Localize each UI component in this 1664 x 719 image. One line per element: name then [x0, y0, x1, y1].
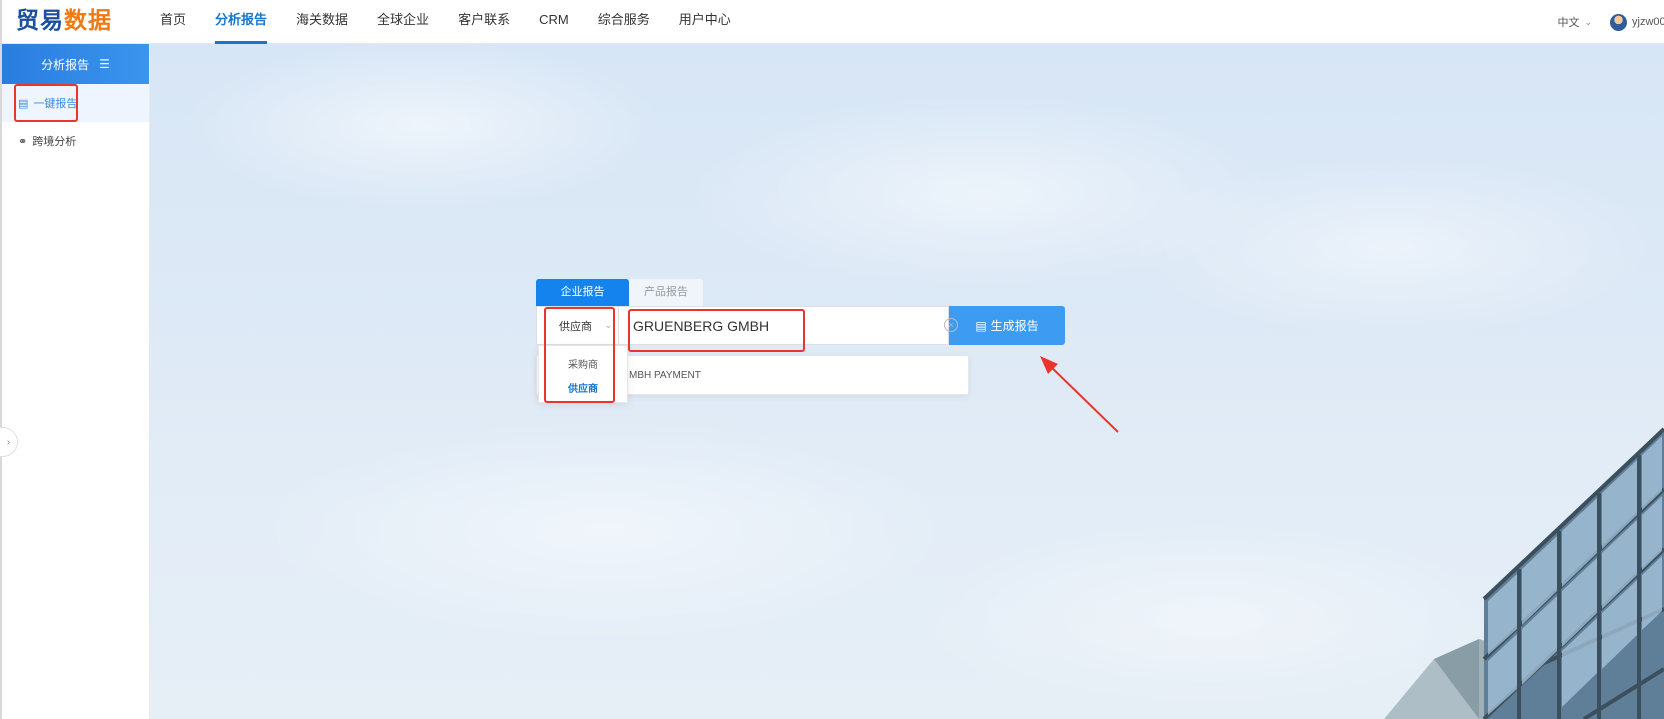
chevron-down-icon: ⌄: [604, 320, 612, 330]
dropdown-option-buyer[interactable]: 采购商: [539, 354, 627, 378]
building-illustration: [1384, 427, 1664, 719]
logo[interactable]: 贸易数据: [16, 6, 112, 36]
window-left-border: [0, 0, 2, 719]
sidebar-item-one-click-report[interactable]: ▤ 一键报告: [2, 84, 149, 122]
nav-item-customs-data[interactable]: 海关数据: [296, 0, 348, 44]
main-nav: 首页 分析报告 海关数据 全球企业 客户联系 CRM 综合服务 用户中心: [160, 0, 760, 44]
nav-item-customer-contact[interactable]: 客户联系: [458, 0, 510, 44]
tab-company-report[interactable]: 企业报告: [536, 279, 629, 306]
top-right-area: 中文 ⌄ yjzw003: [1557, 0, 1664, 44]
report-icon: ▤: [18, 97, 29, 110]
sidebar-item-cross-border-analysis[interactable]: ⚭ 跨境分析: [2, 122, 149, 160]
sidebar: 分析报告 ☰ ▤ 一键报告 ⚭ 跨境分析: [2, 44, 150, 719]
nav-item-global-companies[interactable]: 全球企业: [377, 0, 429, 44]
logo-text-part2: 数据: [64, 8, 112, 34]
nav-item-user-center[interactable]: 用户中心: [679, 0, 731, 44]
language-selector[interactable]: 中文 ⌄: [1557, 14, 1592, 30]
avatar[interactable]: [1610, 13, 1627, 31]
generate-report-button[interactable]: ▤ 生成报告: [949, 306, 1065, 345]
suggestion-text: MBH PAYMENT: [629, 370, 701, 381]
nav-item-services[interactable]: 综合服务: [598, 0, 650, 44]
language-label: 中文: [1557, 17, 1580, 29]
company-search-input[interactable]: [618, 306, 949, 345]
logo-text-part1: 贸易: [16, 8, 64, 34]
nav-item-home[interactable]: 首页: [160, 0, 186, 44]
company-type-value: 供应商: [559, 320, 592, 333]
globe-icon: ⚭: [18, 135, 28, 148]
chevron-down-icon: ⌄: [1584, 16, 1592, 27]
sidebar-item-label: 一键报告: [33, 98, 78, 110]
report-type-tabs: 企业报告 产品报告: [536, 279, 703, 306]
nav-item-analysis-report[interactable]: 分析报告: [215, 0, 268, 44]
generate-report-label: 生成报告: [990, 319, 1039, 333]
username[interactable]: yjzw003: [1632, 16, 1664, 28]
sidebar-header-title: 分析报告: [41, 57, 90, 72]
top-navbar: 贸易数据 首页 分析报告 海关数据 全球企业 客户联系 CRM 综合服务 用户中…: [0, 0, 1664, 44]
company-type-select[interactable]: 供应商 ⌄: [536, 306, 618, 345]
dropdown-option-supplier[interactable]: 供应商: [539, 378, 627, 402]
nav-item-crm[interactable]: CRM: [539, 0, 569, 44]
annotation-arrow: [1040, 356, 1119, 433]
tab-product-report[interactable]: 产品报告: [629, 279, 703, 306]
search-bar: 供应商 ⌄ × ▤ 生成报告: [536, 306, 1085, 345]
menu-collapse-icon[interactable]: ☰: [99, 57, 110, 71]
sidebar-header: 分析报告 ☰: [2, 44, 149, 84]
clear-icon[interactable]: ×: [944, 318, 958, 332]
report-icon: ▤: [975, 318, 987, 333]
company-type-dropdown: 采购商 供应商: [538, 345, 628, 403]
sidebar-item-label: 跨境分析: [32, 136, 77, 148]
